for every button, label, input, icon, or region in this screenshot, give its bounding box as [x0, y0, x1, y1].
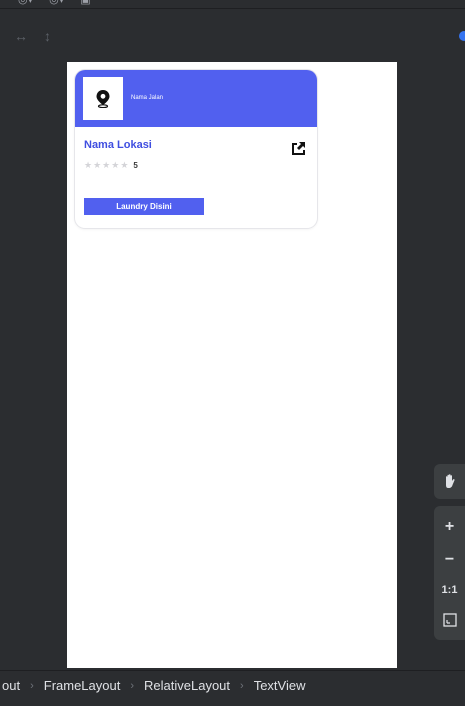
star-icon: ★: [102, 160, 111, 170]
location-card[interactable]: Nama Jalan Nama Lokasi ★ ★ ★ ★ ★ 5 Laund…: [75, 70, 317, 228]
share-icon[interactable]: [290, 140, 307, 156]
status-bar: [0, 700, 465, 706]
zoom-panel: + − 1:1: [434, 506, 465, 640]
api-icon[interactable]: ▣: [80, 0, 90, 6]
star-icon: ★: [93, 160, 102, 170]
chevron-right-icon: ›: [30, 679, 34, 692]
top-toolbar: ◎▾ ◎▾ ▣: [0, 0, 465, 8]
horizontal-resize-icon[interactable]: ↔: [14, 28, 28, 44]
location-pin-box: [83, 77, 123, 120]
star-icon: ★: [84, 160, 93, 170]
star-icon: ★: [120, 160, 129, 170]
sub-toolbar: ↔ ↕: [0, 24, 465, 48]
breadcrumb-item[interactable]: RelativeLayout: [144, 678, 230, 693]
breadcrumb-item[interactable]: FrameLayout: [44, 678, 121, 693]
theme-icon[interactable]: ◎▾: [49, 0, 64, 6]
location-pin-icon: [96, 89, 110, 108]
vertical-resize-icon[interactable]: ↕: [44, 28, 51, 44]
location-name: Nama Lokasi: [84, 139, 152, 151]
card-header: Nama Jalan: [75, 70, 317, 127]
zoom-in-button[interactable]: +: [445, 518, 454, 535]
actual-size-button[interactable]: 1:1: [442, 585, 458, 596]
laundry-here-button[interactable]: Laundry Disini: [84, 198, 204, 215]
zoom-out-button[interactable]: −: [445, 551, 454, 568]
breadcrumb: out › FrameLayout › RelativeLayout › Tex…: [0, 670, 465, 700]
fit-screen-icon[interactable]: [442, 613, 457, 628]
street-name: Nama Jalan: [131, 95, 164, 101]
breadcrumb-item[interactable]: TextView: [254, 678, 306, 693]
breadcrumb-item[interactable]: out: [2, 678, 20, 693]
divider: [0, 8, 465, 9]
chevron-right-icon: ›: [130, 679, 135, 692]
status-dot-icon: [459, 31, 465, 41]
pan-tool-button[interactable]: [434, 464, 465, 499]
chevron-right-icon: ›: [240, 679, 244, 692]
device-preview[interactable]: Nama Jalan Nama Lokasi ★ ★ ★ ★ ★ 5 Laund…: [67, 62, 397, 668]
star-icon: ★: [111, 160, 120, 170]
rating-value: 5: [133, 161, 138, 170]
device-icon[interactable]: ◎▾: [18, 0, 33, 6]
hand-icon: [445, 474, 455, 488]
rating-bar: ★ ★ ★ ★ ★ 5: [84, 160, 138, 171]
